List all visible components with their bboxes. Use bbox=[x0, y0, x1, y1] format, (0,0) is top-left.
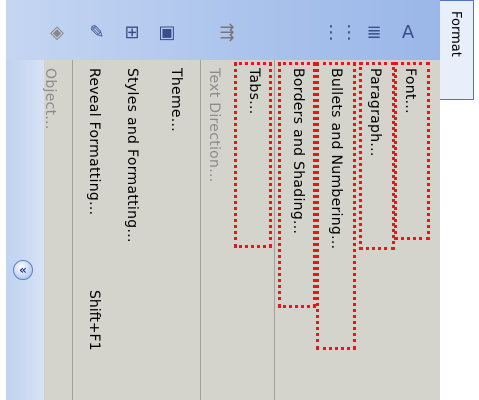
tab-format-label: Format bbox=[448, 11, 463, 57]
highlight-box-paragraph bbox=[359, 62, 395, 250]
menu-item-text-direction: Text Direction... bbox=[206, 68, 222, 183]
format-menu: A ≣ ⋮⋮ ⇶ ▣ ⊞ ✎ ◈ « Font... Paragraph... … bbox=[6, 0, 441, 400]
tab-style-icon[interactable]: ⊞ bbox=[121, 22, 143, 44]
menu-item-theme[interactable]: Theme... bbox=[168, 68, 184, 132]
menu-item-reveal-formatting[interactable]: Reveal Formatting... bbox=[86, 68, 102, 215]
brush-icon[interactable]: ✎ bbox=[86, 22, 108, 44]
picture-icon: ◈ bbox=[50, 22, 64, 43]
expand-menu-button[interactable]: « bbox=[13, 260, 33, 280]
menu-item-styles-formatting[interactable]: Styles and Formatting... bbox=[124, 68, 140, 243]
bullets-icon[interactable]: ⋮⋮ bbox=[322, 22, 358, 44]
highlight-box-font bbox=[394, 62, 430, 240]
highlight-box-borders bbox=[278, 62, 316, 308]
chevron-double-icon: « bbox=[19, 263, 27, 277]
highlight-box-tabs bbox=[234, 62, 272, 248]
menu-item-object: Object... bbox=[42, 68, 58, 130]
font-icon[interactable]: A bbox=[397, 22, 419, 44]
highlight-box-bullets bbox=[316, 62, 356, 350]
menu-separator bbox=[200, 60, 201, 400]
frame-icon[interactable]: ▣ bbox=[156, 22, 178, 44]
right-margin bbox=[440, 100, 479, 400]
text-direction-icon: ⇶ bbox=[219, 22, 235, 43]
reveal-formatting-shortcut: Shift+F1 bbox=[86, 290, 102, 351]
menu-separator bbox=[274, 60, 275, 400]
menu-separator bbox=[72, 60, 73, 400]
tab-format[interactable]: Format bbox=[440, 0, 474, 100]
menu-gutter: « bbox=[6, 60, 44, 400]
paragraph-icon[interactable]: ≣ bbox=[363, 22, 385, 44]
menu-icon-bar: A ≣ ⋮⋮ ⇶ ▣ ⊞ ✎ ◈ bbox=[6, 0, 440, 60]
